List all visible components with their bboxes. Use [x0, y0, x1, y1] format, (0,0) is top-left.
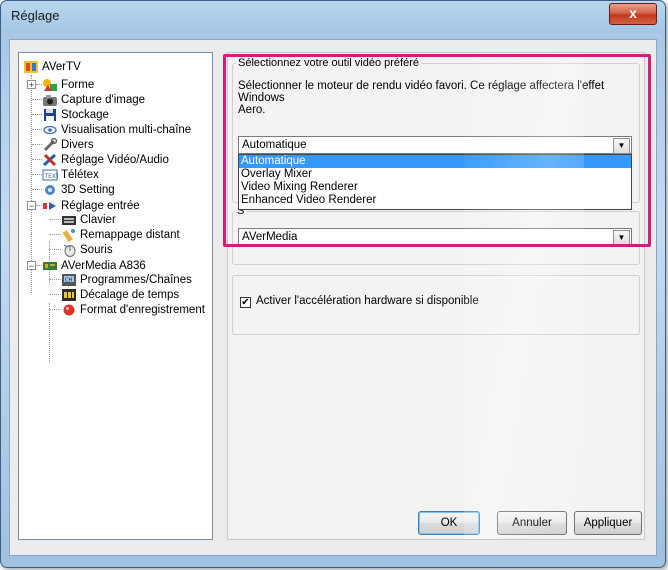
channels-icon: CH — [61, 273, 77, 287]
tree-item-label: Visualisation multi-chaîne — [61, 123, 192, 136]
device-icon — [42, 259, 58, 273]
tree-guide — [32, 144, 42, 145]
hardware-accel-checkbox[interactable]: ✔ — [240, 297, 251, 308]
keyboard-icon — [61, 213, 77, 227]
tree-item-3d[interactable]: 3D Setting — [42, 182, 115, 197]
tree-item-label: Capture d'image — [61, 93, 146, 106]
tree-item-label: Télétex — [61, 168, 99, 181]
settings-tree[interactable]: AVerTV + Forme Capture d'image Stockage … — [18, 52, 213, 540]
eye-icon — [42, 123, 58, 137]
hardware-accel-label[interactable]: Activer l'accélération hardware si dispo… — [256, 295, 479, 307]
tree-item-label: Remappage distant — [80, 228, 180, 241]
tree-item-label: 3D Setting — [61, 183, 115, 196]
tree-item-label: Souris — [80, 243, 113, 256]
tree-item-record-format[interactable]: Format d'enregistrement — [61, 302, 205, 317]
svg-text:TEXT: TEXT — [44, 173, 59, 180]
tree-item-label: Programmes/Chaînes — [80, 273, 192, 286]
tree-item-device[interactable]: AVerMedia A836 — [42, 258, 146, 273]
tree-item-label: Divers — [61, 138, 94, 151]
tree-guide — [32, 129, 42, 130]
tree-item-label: Réglage Vidéo/Audio — [61, 153, 169, 166]
tree-item-mouse[interactable]: Souris — [61, 242, 113, 257]
disk-icon — [42, 108, 58, 122]
tree-guide — [49, 234, 61, 235]
tree-item-channels[interactable]: CH Programmes/Chaînes — [61, 272, 192, 287]
mouse-icon — [61, 243, 77, 257]
forme-icon — [42, 78, 58, 92]
camera-icon — [42, 93, 58, 107]
close-button[interactable]: x — [609, 3, 657, 25]
tree-item-stockage[interactable]: Stockage — [42, 107, 109, 122]
tree-item-video-audio[interactable]: Réglage Vidéo/Audio — [42, 152, 169, 167]
window-title: Réglage — [11, 8, 60, 23]
tree-item-label: AVerMedia A836 — [61, 259, 146, 272]
tree-item-avertv[interactable]: AVerTV — [23, 59, 81, 74]
apply-button[interactable]: Appliquer — [574, 511, 642, 535]
tools-icon — [42, 153, 58, 167]
record-icon — [61, 303, 77, 317]
tree-guide — [49, 303, 50, 363]
tree-item-capture[interactable]: Capture d'image — [42, 92, 145, 107]
svg-text:CH: CH — [65, 277, 72, 283]
tree-item-label: Décalage de temps — [80, 288, 180, 301]
avertv-icon — [23, 60, 39, 74]
tree-item-multichannel[interactable]: Visualisation multi-chaîne — [42, 122, 191, 137]
tree-item-label: Forme — [61, 78, 95, 91]
tree-item-forme[interactable]: Forme — [42, 77, 94, 92]
tree-guide — [49, 294, 61, 295]
collapse-icon[interactable]: − — [27, 201, 36, 211]
gear-3d-icon — [42, 183, 58, 197]
tree-guide — [49, 309, 61, 310]
timeshift-icon — [61, 288, 77, 302]
tree-item-teletex[interactable]: TEXT Télétex — [42, 167, 99, 182]
tree-guide — [49, 219, 61, 220]
tree-item-label: Format d'enregistrement — [80, 303, 205, 316]
tree-guide — [49, 249, 61, 250]
tree-item-label: AVerTV — [42, 60, 81, 73]
settings-window: Réglage x AVerTV + Forme Capture d'image… — [0, 0, 666, 568]
cancel-button[interactable]: Annuler — [497, 511, 567, 535]
tree-item-timeshift[interactable]: Décalage de temps — [61, 287, 179, 302]
ok-button[interactable]: OK — [418, 511, 480, 535]
annotation-highlight — [223, 54, 651, 247]
tree-guide — [49, 279, 61, 280]
expand-icon[interactable]: + — [27, 80, 36, 90]
tree-item-divers[interactable]: Divers — [42, 137, 94, 152]
tree-guide — [32, 189, 42, 190]
tree-guide — [32, 159, 42, 160]
title-bar[interactable]: Réglage x — [1, 1, 665, 31]
remote-icon — [61, 228, 77, 242]
tree-guide — [32, 174, 42, 175]
wrench-icon — [42, 137, 58, 152]
tree-guide — [32, 114, 42, 115]
input-icon — [42, 199, 58, 213]
tree-item-keyboard[interactable]: Clavier — [61, 212, 116, 227]
tree-item-label: Réglage entrée — [61, 199, 140, 212]
dialog-body: AVerTV + Forme Capture d'image Stockage … — [9, 39, 657, 556]
tree-item-label: Stockage — [61, 108, 109, 121]
teletext-icon: TEXT — [42, 168, 60, 182]
tree-guide — [32, 99, 42, 100]
tree-item-input[interactable]: Réglage entrée — [42, 198, 140, 213]
tree-item-remote[interactable]: Remappage distant — [61, 227, 180, 242]
collapse-icon[interactable]: − — [27, 261, 36, 271]
tree-item-label: Clavier — [80, 213, 116, 226]
